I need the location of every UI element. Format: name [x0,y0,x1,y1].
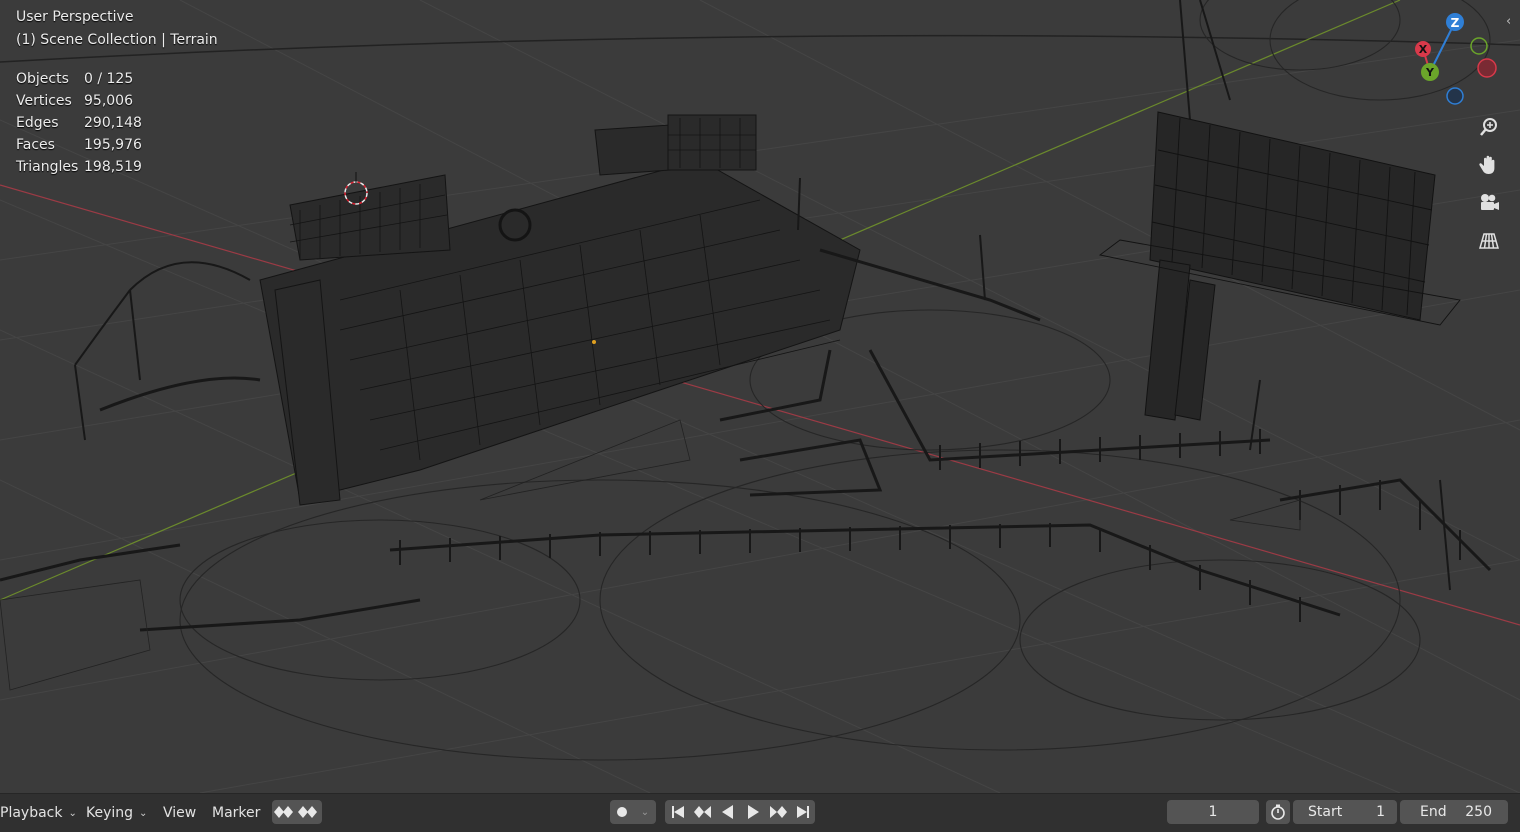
3d-viewport[interactable]: User Perspective (1) Scene Collection | … [0,0,1520,793]
keyframe-previous-icon[interactable] [272,800,296,824]
gizmo-neg-z-icon [1446,87,1464,105]
stat-value: 290,148 [84,115,142,131]
playback-menu-label: Playback [0,805,63,821]
jump-start-icon[interactable] [666,800,690,824]
sidebar-toggle-icon[interactable]: ‹ [1506,14,1511,29]
start-frame-value: 1 [1376,804,1385,820]
start-frame-label: Start [1308,804,1343,820]
stat-label: Objects [16,71,69,87]
marker-menu[interactable]: Marker [212,794,260,832]
view-menu-label: View [163,805,197,821]
end-frame-value: 250 [1465,804,1492,820]
wireframe-scene[interactable] [0,0,1520,793]
chevron-down-icon: ⌄ [139,807,148,819]
stat-row-vertices: Vertices 95,006 [16,90,142,112]
current-frame-value: 1 [1208,804,1218,820]
auto-keying-group: ⌄ [610,800,656,824]
keyframe-next-icon[interactable] [296,800,320,824]
stat-label: Faces [16,137,55,153]
gizmo-y-label: Y [1425,66,1435,79]
stat-value: 95,006 [84,93,133,109]
chevron-down-icon[interactable]: ⌄ [634,800,656,824]
stat-row-objects: Objects 0 / 125 [16,68,142,90]
stat-value: 198,519 [84,159,142,175]
keying-menu[interactable]: Keying ⌄ [86,794,147,832]
stat-label: Triangles [16,159,79,175]
stat-label: Vertices [16,93,72,109]
playback-controls [665,800,815,824]
camera-icon[interactable] [1474,188,1504,218]
gizmo-neg-x-icon [1477,58,1497,78]
start-frame-field[interactable]: Start 1 [1293,800,1397,824]
navigation-gizmo[interactable]: Z X Y [1408,8,1508,108]
keying-menu-label: Keying [86,805,134,821]
play-icon[interactable] [741,800,765,824]
end-frame-label: End [1420,804,1447,820]
view-menu[interactable]: View [163,794,196,832]
playback-menu[interactable]: Playback ⌄ [0,794,77,832]
stat-row-edges: Edges 290,148 [16,112,142,134]
hand-pan-icon[interactable] [1474,150,1504,180]
stat-label: Edges [16,115,59,131]
gizmo-z-label: Z [1451,16,1460,30]
stat-value: 0 / 125 [84,71,134,87]
scene-statistics: Objects 0 / 125 Vertices 95,006 Edges 290,1… [16,68,142,178]
stat-value: 195,976 [84,137,142,153]
view-title: User Perspective [16,9,134,25]
chevron-down-icon: ⌄ [68,807,77,819]
view-collection-label: (1) Scene Collection | Terrain [16,32,218,48]
current-frame-field[interactable]: 1 [1167,800,1259,824]
stopwatch-icon[interactable] [1266,800,1290,824]
jump-end-icon[interactable] [791,800,815,824]
zoom-icon[interactable] [1474,112,1504,142]
jump-keyframe-back-icon[interactable] [691,800,715,824]
grid-perspective-icon[interactable] [1474,226,1504,256]
stat-row-faces: Faces 195,976 [16,134,142,156]
play-reverse-icon[interactable] [716,800,740,824]
keyframe-buttons [272,800,322,824]
stat-row-triangles: Triangles 198,519 [16,156,142,178]
end-frame-field[interactable]: End 250 [1400,800,1508,824]
gizmo-x-label: X [1419,43,1428,56]
jump-keyframe-forward-icon[interactable] [766,800,790,824]
gizmo-neg-y-icon [1470,37,1488,55]
marker-menu-label: Marker [212,805,261,821]
record-icon[interactable] [610,800,634,824]
